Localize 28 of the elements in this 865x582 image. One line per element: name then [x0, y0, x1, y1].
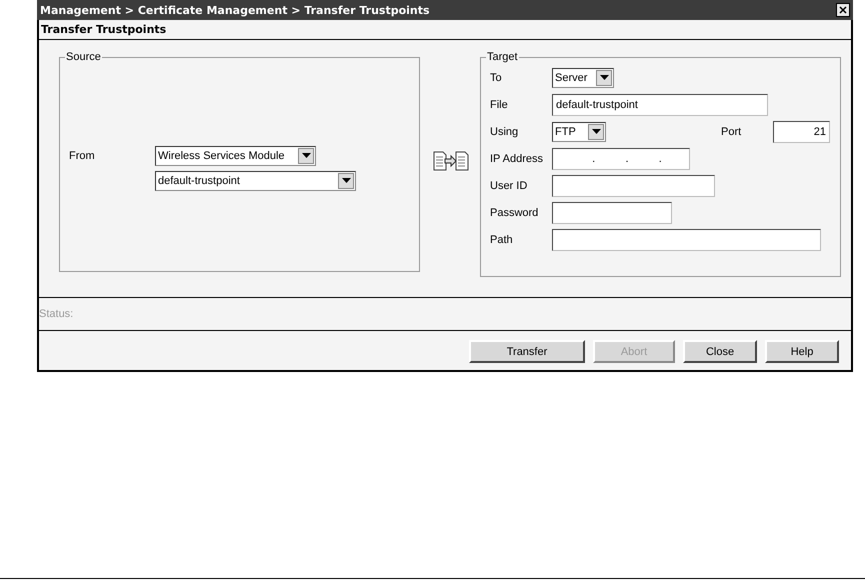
dropdown[interactable]: Wireless Services Module: [155, 146, 316, 166]
input-field[interactable]: [552, 229, 821, 251]
field-label: To: [490, 72, 503, 84]
field-label: User ID: [490, 180, 528, 192]
transfer-documents-icon: [433, 151, 469, 171]
dialog-button[interactable]: Help: [765, 340, 839, 363]
dialog-button[interactable]: Close: [683, 340, 757, 363]
panel-title: Transfer Trustpoints: [39, 20, 851, 40]
password-field[interactable]: [552, 202, 672, 224]
group-legend: Target: [486, 50, 519, 64]
field-label: IP Address: [490, 153, 544, 165]
dialog-button[interactable]: Transfer: [469, 340, 585, 363]
field-label: Path: [490, 234, 514, 246]
field-label: File: [490, 99, 509, 111]
port-field[interactable]: 21: [773, 121, 830, 143]
window-title: Management > Certificate Management > Transfer Trustpoints: [40, 4, 430, 16]
dropdown[interactable]: FTP: [552, 122, 606, 142]
status-label: Status:: [39, 308, 74, 320]
input-field[interactable]: [552, 175, 715, 197]
field-label: Using: [490, 126, 520, 138]
field-label: Port: [721, 126, 742, 138]
close-icon[interactable]: [836, 3, 850, 17]
input-field[interactable]: default-trustpoint: [552, 94, 768, 116]
ip-address-field[interactable]: . . .: [552, 148, 690, 170]
field-label: Password: [490, 207, 540, 219]
field-label: From: [69, 150, 96, 162]
dropdown[interactable]: default-trustpoint: [155, 171, 356, 191]
dropdown[interactable]: Server: [552, 68, 614, 88]
